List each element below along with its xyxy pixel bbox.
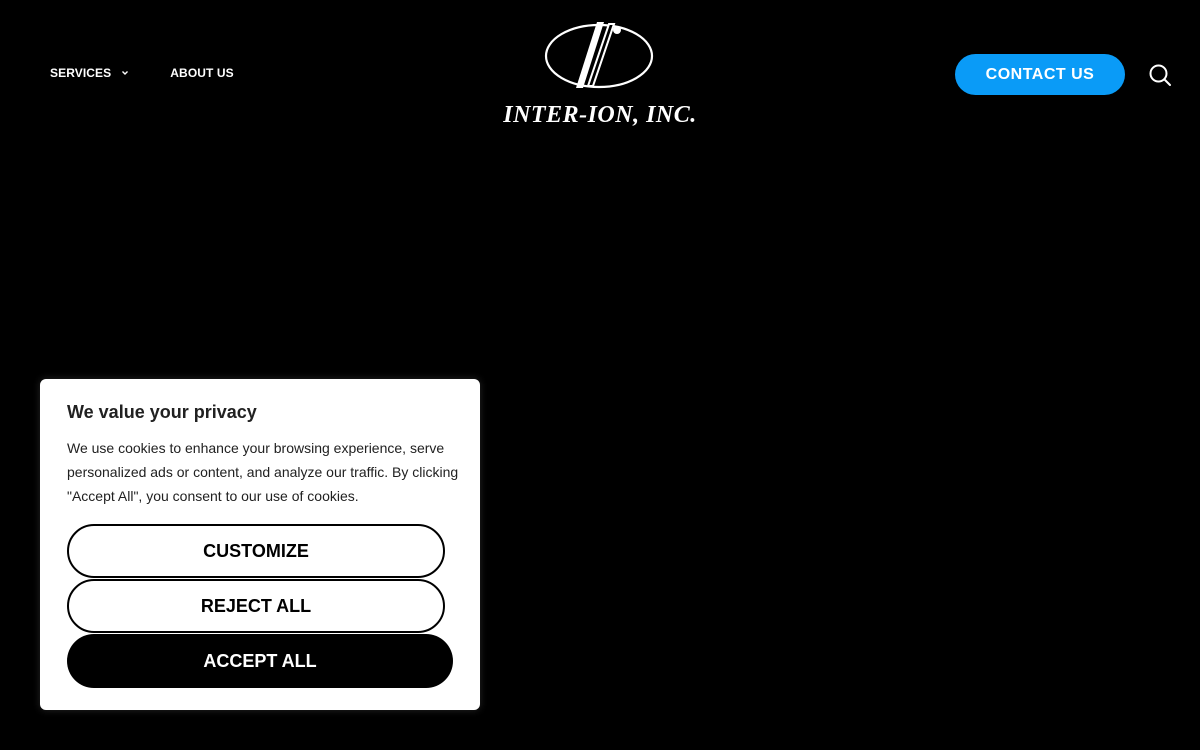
cookie-banner-title: We value your privacy — [67, 402, 257, 422]
cookie-consent-banner: We value your privacy We use cookies to … — [40, 379, 480, 710]
main-nav: SERVICES ABOUT US — [50, 66, 234, 80]
logo-text: INTER-ION, INC. — [503, 102, 697, 128]
nav-item-label: ABOUT US — [170, 66, 234, 80]
contact-us-button[interactable]: CONTACT US — [955, 54, 1125, 95]
inter-ion-logo-mark — [544, 22, 654, 89]
accept-all-button[interactable]: ACCEPT ALL — [67, 634, 453, 688]
site-header: SERVICES ABOUT US INTER-ION, INC. CONTAC… — [0, 0, 1200, 150]
cookie-banner-text: We use cookies to enhance your browsing … — [67, 440, 459, 504]
nav-item-services[interactable]: SERVICES — [50, 66, 129, 80]
site-logo[interactable]: INTER-ION, INC. — [500, 16, 700, 134]
reject-all-button[interactable]: REJECT ALL — [67, 579, 445, 633]
search-icon[interactable] — [1148, 63, 1172, 87]
chevron-down-icon — [122, 71, 129, 75]
customize-button[interactable]: CUSTOMIZE — [67, 524, 445, 578]
nav-item-about-us[interactable]: ABOUT US — [170, 66, 233, 80]
nav-item-label: SERVICES — [50, 66, 112, 80]
